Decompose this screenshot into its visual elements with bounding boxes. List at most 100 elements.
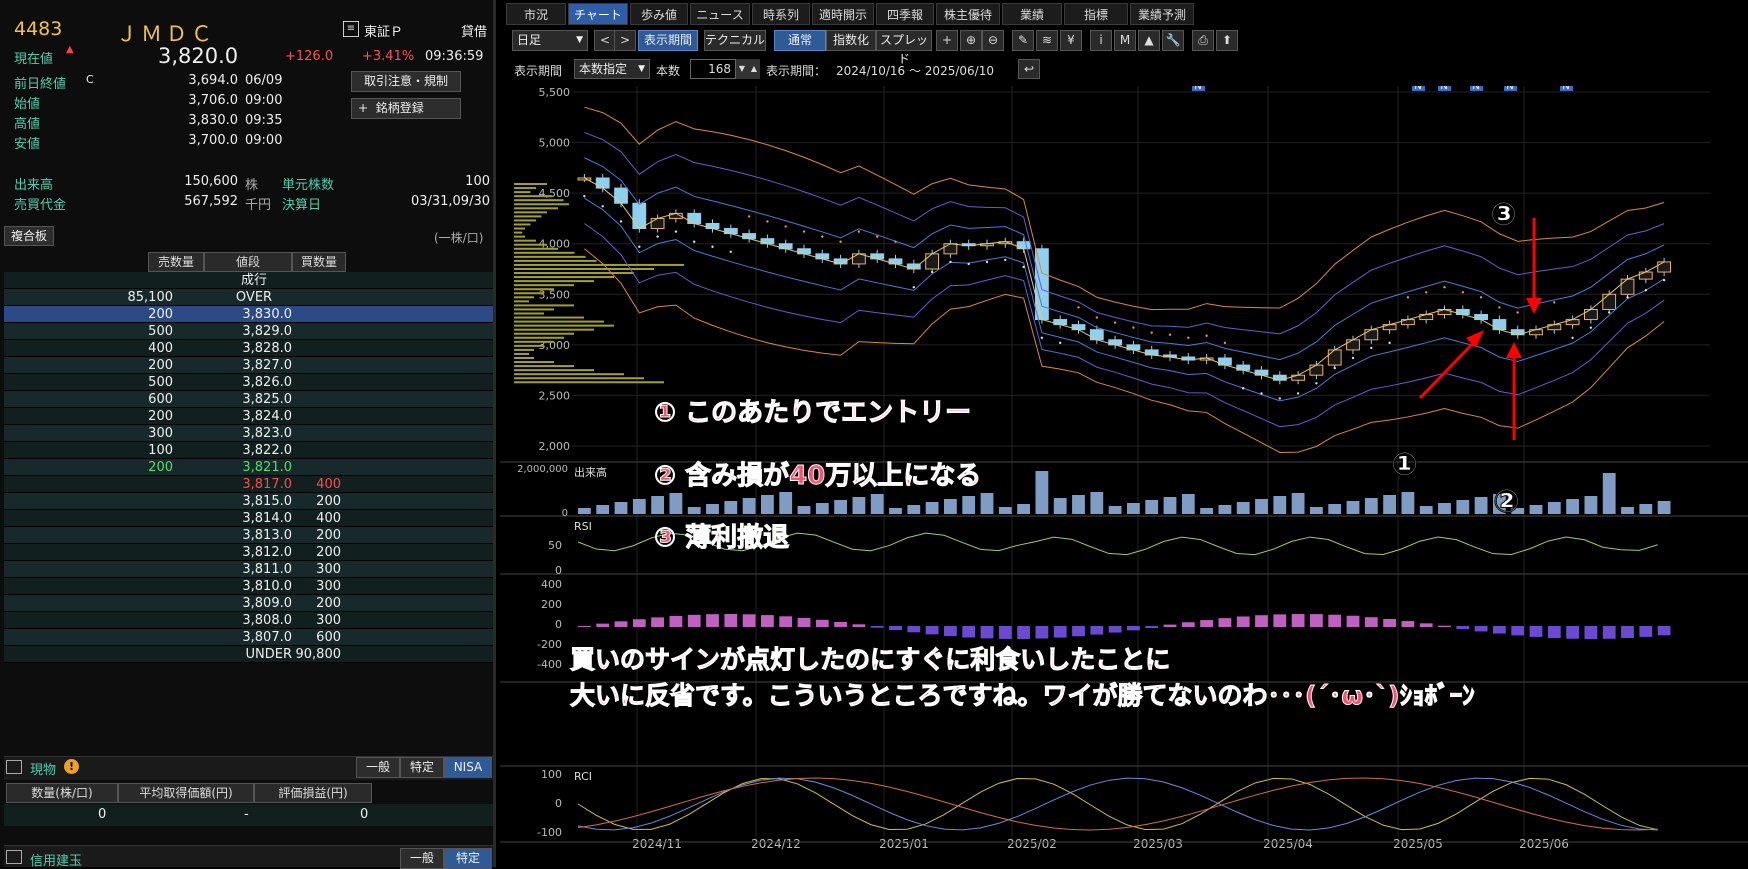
show-period-button[interactable]: 表示期間 <box>638 30 698 51</box>
credit-tab-specific[interactable]: 特定 <box>444 848 492 869</box>
order-book-row[interactable]: 100 3,822.0 <box>4 442 493 459</box>
chart-tab[interactable]: ニュース <box>690 3 750 25</box>
volume-profile-bar <box>514 199 564 202</box>
macd-bar <box>980 626 994 639</box>
document-icon[interactable]: ≡ <box>343 21 359 37</box>
order-book-row[interactable]: 3,815.0 200 <box>4 493 493 510</box>
holdings-tab-specific[interactable]: 特定 <box>400 757 444 778</box>
chart-tab[interactable]: 指標 <box>1064 3 1128 25</box>
next-icon[interactable]: > <box>614 30 636 51</box>
order-book-row[interactable]: 400 3,828.0 <box>4 340 493 357</box>
volume-bar <box>578 508 591 514</box>
order-book-row[interactable]: 3,814.0 400 <box>4 510 493 527</box>
volume-bar <box>779 492 793 514</box>
chart-type-icon[interactable]: ≋ <box>1036 30 1058 51</box>
period-select[interactable]: 日足 ▼ <box>512 30 588 51</box>
reset-icon[interactable]: ↩ <box>1018 59 1040 79</box>
volume-bar <box>1236 502 1250 514</box>
volume-profile-bar <box>514 263 684 266</box>
order-book-row[interactable]: 200 3,827.0 <box>4 357 493 374</box>
candle <box>614 187 628 204</box>
register-stock-button[interactable]: + 銘柄登録 <box>351 98 461 119</box>
credit-tab-general[interactable]: 一般 <box>400 848 444 869</box>
quote-label: 高値 <box>14 117 41 132</box>
order-book-row[interactable]: 200 3,821.0 <box>4 459 493 476</box>
volume-label: 出来高 <box>14 178 54 193</box>
window-icon[interactable] <box>6 850 22 864</box>
spread-button[interactable]: スプレッド <box>876 30 932 66</box>
sar-dot <box>1022 265 1025 269</box>
zoom-out-icon[interactable]: ⊖ <box>982 30 1004 51</box>
order-book-row[interactable]: UNDER 90,800 <box>4 646 493 663</box>
period-mode-select[interactable]: 本数指定 ▼ <box>574 59 650 79</box>
chart-tab[interactable]: 時系列 <box>752 3 810 25</box>
index-button[interactable]: 指数化 <box>826 30 876 51</box>
chart-tab[interactable]: 業績 <box>1002 3 1062 25</box>
order-book-row[interactable]: 3,807.0 600 <box>4 629 493 646</box>
order-book-row[interactable]: 500 3,829.0 <box>4 323 493 340</box>
technical-button[interactable]: テクニカル <box>704 30 766 51</box>
macd-bar <box>1163 624 1177 627</box>
trading-notice-button[interactable]: 取引注意・規制 <box>351 71 461 92</box>
order-book-row[interactable]: 3,812.0 200 <box>4 544 493 561</box>
macd-bar <box>724 614 738 627</box>
order-book-row[interactable]: 3,817.0 400 <box>4 476 493 493</box>
chart-tab[interactable]: 株主優待 <box>936 3 1000 25</box>
window-icon[interactable] <box>6 760 22 774</box>
crosshair-icon[interactable]: + <box>936 30 958 51</box>
volume-bar <box>742 498 756 514</box>
order-book-row[interactable]: 3,813.0 200 <box>4 527 493 544</box>
print-icon[interactable]: ⎙ <box>1192 30 1214 51</box>
order-book-row[interactable]: 200 3,824.0 <box>4 408 493 425</box>
rci-line <box>577 777 1658 831</box>
macd-bar <box>651 617 665 627</box>
price-tick: 4,500 <box>539 187 571 200</box>
chart-tab[interactable]: 適時開示 <box>812 3 874 25</box>
sar-dot <box>930 270 934 274</box>
stepper-down-icon[interactable]: ▼ <box>736 59 748 79</box>
candle <box>1016 241 1031 250</box>
normal-button[interactable]: 通常 <box>774 30 826 51</box>
zoom-in-icon[interactable]: ⊕ <box>960 30 982 51</box>
order-book-row[interactable]: 3,810.0 300 <box>4 578 493 595</box>
sar-dot <box>1223 341 1227 345</box>
info-icon[interactable]: i <box>1090 30 1112 51</box>
yen-icon[interactable]: ¥ <box>1060 30 1082 51</box>
volume-profile-bar <box>514 288 554 291</box>
pencil-icon[interactable]: ✎ <box>1012 30 1034 51</box>
chart-tab[interactable]: 歩み値 <box>630 3 688 25</box>
order-book-row[interactable]: 300 3,823.0 <box>4 425 493 442</box>
chart-tab[interactable]: 市況 <box>506 3 566 25</box>
holdings-tab-nisa[interactable]: NISA <box>444 757 492 778</box>
order-book-row[interactable]: 85,100 OVER <box>4 289 493 306</box>
combined-board-button[interactable]: 複合板 <box>4 226 54 246</box>
plus-icon: + <box>358 101 369 115</box>
wrench-icon[interactable]: 🔧 <box>1162 30 1184 51</box>
order-book-row[interactable]: 成行 <box>4 272 493 289</box>
order-book-row[interactable]: 3,808.0 300 <box>4 612 493 629</box>
chart-tab[interactable]: 四季報 <box>876 3 934 25</box>
volume-bar <box>1346 501 1360 514</box>
indicator-icon[interactable]: M <box>1114 30 1136 51</box>
holdings-tab-general[interactable]: 一般 <box>356 757 400 778</box>
order-book-row[interactable]: 500 3,826.0 <box>4 374 493 391</box>
count-input[interactable]: 168 <box>690 59 736 79</box>
order-price: 3,825.0 <box>242 392 292 407</box>
order-book-row[interactable]: 3,809.0 200 <box>4 595 493 612</box>
stepper-up-icon[interactable]: ▲ <box>748 59 760 79</box>
prev-icon[interactable]: < <box>594 30 616 51</box>
chart-tab[interactable]: 業績予測 <box>1130 3 1194 25</box>
macd-bar <box>1200 620 1214 627</box>
export-icon[interactable]: ⬆ <box>1216 30 1238 51</box>
area-icon[interactable]: ▲ <box>1138 30 1160 51</box>
order-price: 3,824.0 <box>242 409 292 424</box>
chart-tab[interactable]: チャート <box>568 3 628 25</box>
macd-bar <box>669 615 683 627</box>
register-label: 銘柄登録 <box>375 101 424 115</box>
sar-dot <box>693 240 696 243</box>
macd-bar <box>1639 626 1653 637</box>
order-book-row[interactable]: 200 3,830.0 <box>4 306 493 323</box>
order-book-row[interactable]: 600 3,825.0 <box>4 391 493 408</box>
sar-dot <box>1242 387 1245 390</box>
order-book-row[interactable]: 3,811.0 300 <box>4 561 493 578</box>
